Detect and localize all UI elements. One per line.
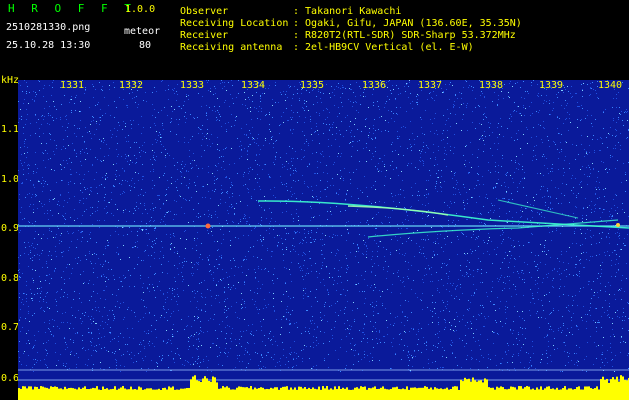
signal-hotspot <box>616 223 620 227</box>
datetime: 25.10.28 13:30 <box>6 40 91 51</box>
y-tick-label: 1.1 <box>1 124 20 135</box>
level-bars <box>18 375 629 400</box>
filename: 2510281330.png <box>6 22 91 33</box>
spectrogram-canvas <box>18 80 629 400</box>
y-tick-label: 0.6 <box>1 373 20 384</box>
x-tick-label: 1334 <box>241 80 266 91</box>
signal-hotspot <box>205 223 211 229</box>
meteor-trace <box>367 219 619 238</box>
x-tick-label: 1337 <box>418 80 443 91</box>
meteor-count: 80 <box>139 40 152 51</box>
info-label-location: Receiving Location <box>180 18 289 29</box>
meteor-trace <box>497 199 579 219</box>
y-axis-unit: kHz <box>1 75 20 86</box>
y-tick-label: 0.8 <box>1 273 20 284</box>
x-tick-label: 1335 <box>300 80 325 91</box>
x-tick-label: 1338 <box>479 80 504 91</box>
app-title: H R O F F T <box>8 2 136 15</box>
info-value-receiver: : R820T2(RTL-SDR) SDR-Sharp 53.372MHz <box>293 30 516 41</box>
info-value-location: : Ogaki, Gifu, JAPAN (136.60E, 35.35N) <box>293 18 522 29</box>
y-tick-label: 1.0 <box>1 174 20 185</box>
meteor-trace <box>347 205 449 216</box>
x-tick-label: 1339 <box>539 80 564 91</box>
waterfall-display <box>18 80 629 400</box>
x-tick-label: 1331 <box>60 80 85 91</box>
app-version: 1.0.0 <box>125 4 156 15</box>
x-tick-label: 1336 <box>362 80 387 91</box>
info-value-antenna: : 2el-HB9CV Vertical (el. E-W) <box>293 42 474 53</box>
info-label-observer: Observer <box>180 6 229 17</box>
info-label-receiver: Receiver <box>180 30 229 41</box>
x-tick-label: 1332 <box>119 80 144 91</box>
info-label-antenna: Receiving antenna <box>180 42 283 53</box>
meteor-label: meteor <box>124 26 161 37</box>
x-tick-label: 1333 <box>180 80 205 91</box>
x-tick-label: 1340 <box>598 80 623 91</box>
y-tick-label: 0.7 <box>1 322 20 333</box>
y-tick-label: 0.9 <box>1 223 20 234</box>
info-value-observer: : Takanori Kawachi <box>293 6 402 17</box>
